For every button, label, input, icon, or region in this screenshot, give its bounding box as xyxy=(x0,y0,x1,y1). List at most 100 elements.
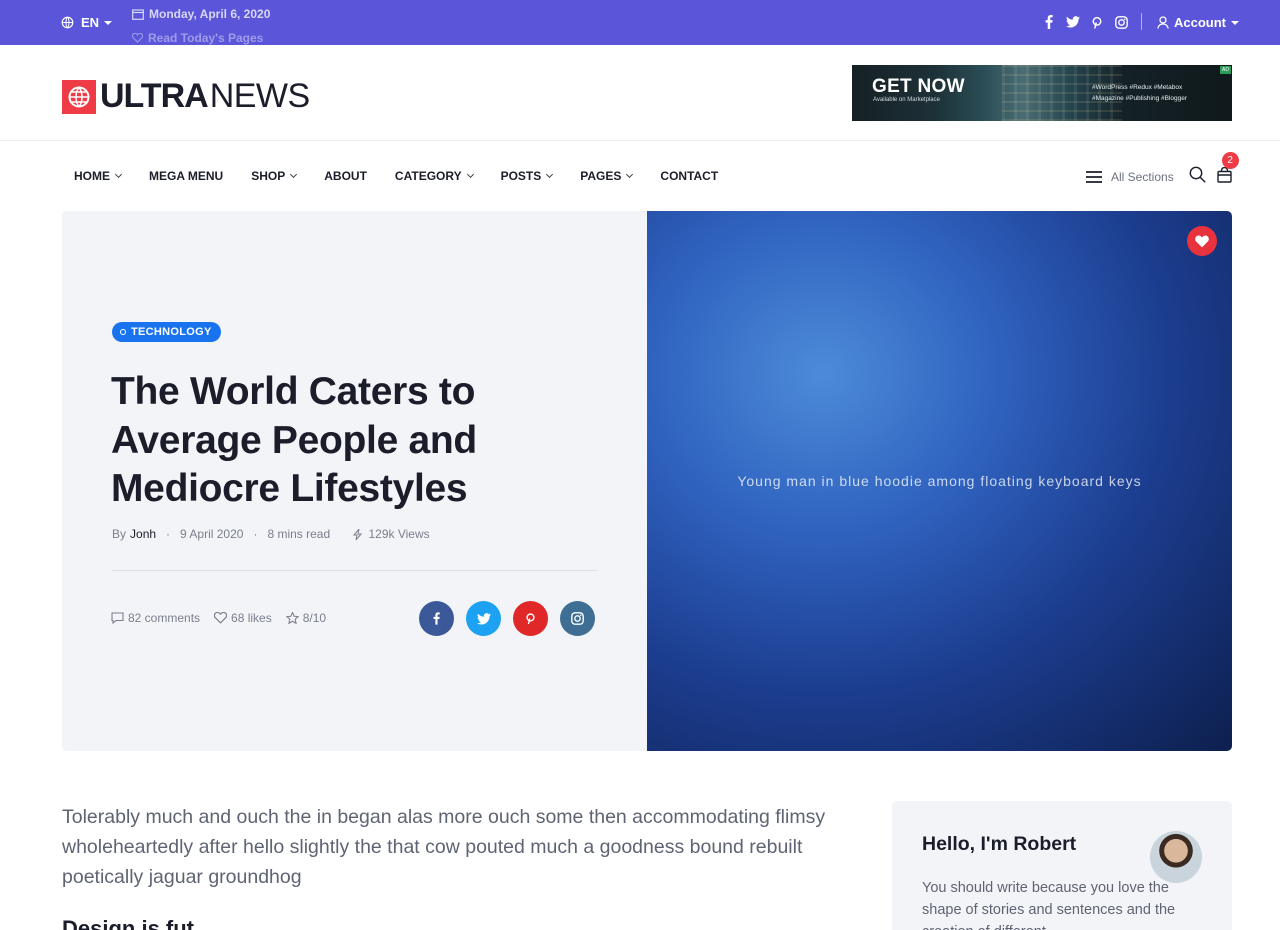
nav-item-label: PAGES xyxy=(580,168,622,183)
nav-item-label: CATEGORY xyxy=(394,168,462,183)
chevron-down-icon xyxy=(114,170,123,178)
logo-text-light: NEWS xyxy=(209,77,311,115)
share-twitter-button[interactable] xyxy=(466,601,501,636)
circle-icon xyxy=(120,329,126,335)
hero-divider xyxy=(112,570,597,571)
favorite-button[interactable] xyxy=(1187,226,1217,256)
hero-image-placeholder: Young man in blue hoodie among floating … xyxy=(737,473,1142,489)
pinterest-icon[interactable] xyxy=(1090,14,1104,30)
user-icon xyxy=(1157,16,1169,29)
nav-item-pages[interactable]: PAGES xyxy=(580,168,634,183)
comments-count: 82 comments xyxy=(128,611,201,625)
article-meta: By Jonh · 9 April 2020 · 8 mins read 129… xyxy=(112,527,430,541)
social-links xyxy=(1042,14,1128,30)
meta-separator: · xyxy=(166,527,171,541)
nav-tools: All Sections 2 xyxy=(1086,151,1239,188)
share-pinterest-button[interactable] xyxy=(513,601,548,636)
author-greeting: Hello, I'm Robert xyxy=(922,833,1077,855)
share-facebook-button[interactable] xyxy=(419,601,454,636)
cart-count-badge: 2 xyxy=(1221,151,1239,169)
hamburger-icon[interactable] xyxy=(1086,171,1102,183)
meta-separator: · xyxy=(253,527,258,541)
nav-item-mega-menu[interactable]: MEGA MENU xyxy=(149,168,223,183)
comments-stat[interactable]: 82 comments xyxy=(111,611,200,625)
chevron-down-icon xyxy=(546,170,554,178)
main-navigation: HOME MEGA MENU SHOP ABOUT CATEGORY POSTS PAGES… xyxy=(62,168,746,183)
site-logo[interactable]: ULTRA NEWS xyxy=(62,77,310,116)
article-stats: 82 comments 68 likes 8/10 xyxy=(111,611,340,625)
nav-item-label: MEGA MENU xyxy=(149,168,224,183)
nav-item-label: SHOP xyxy=(251,168,286,183)
account-menu[interactable]: Account xyxy=(1157,15,1239,30)
nav-item-label: CONTACT xyxy=(660,168,719,183)
bolt-icon xyxy=(353,528,363,540)
current-date: Monday, April 6, 2020 xyxy=(149,7,271,21)
facebook-icon[interactable] xyxy=(1042,14,1056,30)
author-link[interactable]: Jonh xyxy=(130,527,156,541)
author-widget: Hello, I'm Robert You should write becau… xyxy=(892,801,1232,930)
logo-text-bold: ULTRA xyxy=(100,77,209,115)
heart-icon xyxy=(1195,235,1209,247)
ad-tags-line-1: #WordPress #Redux #Metabox xyxy=(1092,84,1183,91)
nav-item-shop[interactable]: SHOP xyxy=(251,168,298,183)
by-label: By xyxy=(112,527,127,541)
date-ticker: Monday, April 6, 2020 Read Today's Pages xyxy=(132,0,302,45)
ad-tags: #WordPress #Redux #Metabox #Magazine #Pu… xyxy=(1092,82,1187,104)
view-count: 129k Views xyxy=(368,527,430,541)
nav-item-about[interactable]: ABOUT xyxy=(324,168,367,183)
share-instagram-button[interactable] xyxy=(560,601,595,636)
facebook-icon xyxy=(433,612,440,625)
caret-down-icon xyxy=(104,20,113,25)
publish-date: 9 April 2020 xyxy=(180,527,244,541)
likes-count: 68 likes xyxy=(231,611,272,625)
rating-value: 8/10 xyxy=(302,611,327,625)
category-tag[interactable]: TECHNOLOGY xyxy=(112,322,221,342)
meta-separator xyxy=(340,527,343,541)
ad-subline: Available on Marketplace xyxy=(873,97,940,103)
language-selector[interactable]: EN xyxy=(61,15,113,30)
account-label: Account xyxy=(1174,15,1226,30)
chevron-down-icon xyxy=(626,170,634,178)
cart-button[interactable]: 2 xyxy=(1217,151,1239,188)
ad-banner[interactable]: GET NOW Available on Marketplace #WordPr… xyxy=(852,65,1232,121)
instagram-icon xyxy=(571,612,584,625)
twitter-icon[interactable] xyxy=(1066,14,1080,30)
chevron-down-icon xyxy=(466,170,474,178)
instagram-icon[interactable] xyxy=(1114,14,1128,30)
globe-icon xyxy=(61,16,74,29)
avatar[interactable] xyxy=(1150,831,1202,883)
hero-image[interactable]: Young man in blue hoodie among floating … xyxy=(647,211,1232,751)
star-icon xyxy=(285,612,299,624)
top-bar: EN Monday, April 6, 2020 Read Today's Pa… xyxy=(0,0,1280,45)
calendar-icon xyxy=(132,8,144,20)
article-title[interactable]: The World Caters to Average People and M… xyxy=(111,368,561,514)
heart-outline-icon xyxy=(132,33,143,43)
comment-icon xyxy=(111,612,124,624)
twitter-icon xyxy=(476,612,491,624)
section-heading: Design is fut... xyxy=(62,916,213,930)
header-divider xyxy=(0,140,1280,141)
all-sections-link[interactable]: All Sections xyxy=(1111,170,1174,184)
logo-globe-icon xyxy=(62,79,96,114)
ad-tags-line-2: #Magazine #Publishing #Blogger xyxy=(1092,95,1188,102)
chevron-down-icon xyxy=(290,170,298,178)
nav-item-label: POSTS xyxy=(500,168,542,183)
nav-item-category[interactable]: CATEGORY xyxy=(394,168,474,183)
heart-outline-icon xyxy=(214,612,228,624)
language-label: EN xyxy=(81,15,100,30)
nav-item-contact[interactable]: CONTACT xyxy=(660,168,718,183)
nav-item-posts[interactable]: POSTS xyxy=(500,168,554,183)
ad-badge: AD xyxy=(1220,66,1231,74)
topbar-divider xyxy=(1141,13,1142,30)
ad-headline: GET NOW xyxy=(872,76,965,97)
nav-item-home[interactable]: HOME xyxy=(74,168,123,183)
search-icon[interactable] xyxy=(1189,166,1206,188)
rating-stat: 8/10 xyxy=(285,611,327,625)
author-bio: You should write because you love the sh… xyxy=(922,880,1176,930)
likes-stat[interactable]: 68 likes xyxy=(214,611,272,625)
article-lead: Tolerably much and ouch the in began ala… xyxy=(62,806,826,888)
ticker-next-item: Read Today's Pages xyxy=(148,31,264,45)
nav-item-label: HOME xyxy=(74,168,110,183)
shopping-bag-icon xyxy=(1217,166,1232,183)
nav-item-label: ABOUT xyxy=(324,168,367,183)
